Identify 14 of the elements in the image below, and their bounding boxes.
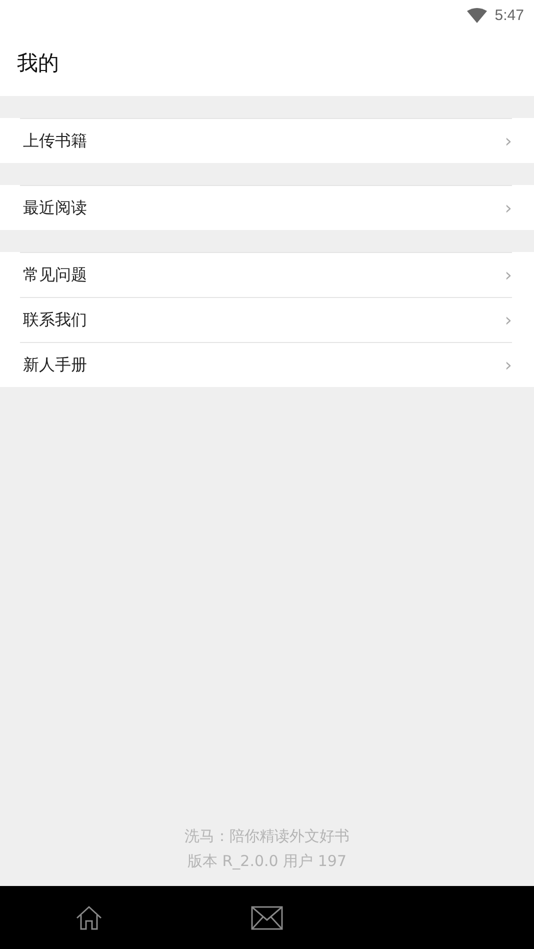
version-text: 版本 R_2.0.0 用户 197 <box>187 852 347 871</box>
menu-item[interactable]: 新人手册 › <box>20 342 512 387</box>
mail-icon[interactable] <box>249 904 285 932</box>
chevron-icon: › <box>504 310 512 330</box>
chevron-icon: › <box>504 354 512 376</box>
status-time: 5:47 <box>494 6 524 24</box>
menu-item[interactable]: 常见问题 › <box>20 252 512 297</box>
chevron-icon: › <box>504 264 512 286</box>
page-title: 我的 <box>17 50 59 77</box>
app-slogan: 洗马：陪你精读外文好书 <box>184 827 350 846</box>
chevron-icon: › <box>504 198 512 218</box>
wifi-icon <box>466 8 487 22</box>
menu-item[interactable]: 联系我们 › <box>20 297 512 342</box>
chevron-icon: › <box>504 130 512 152</box>
